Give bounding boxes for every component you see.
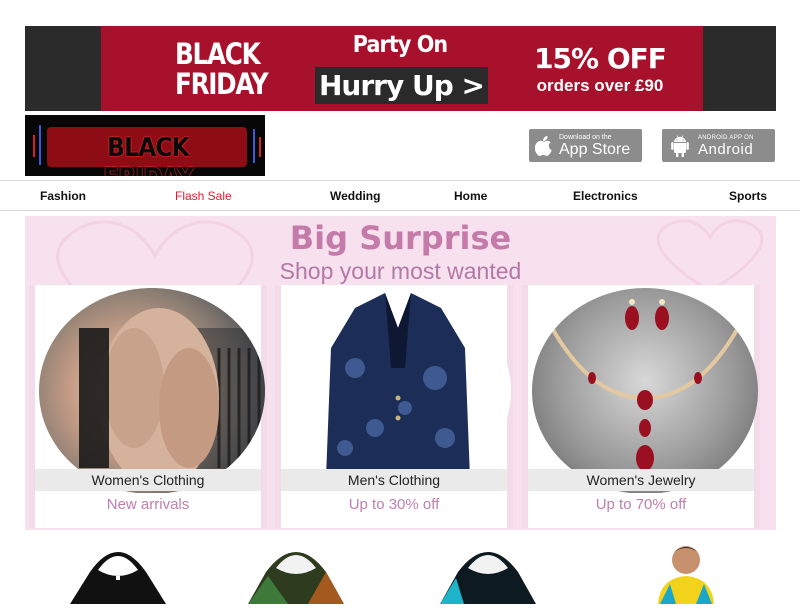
card-caption: Men's Clothing — [281, 469, 507, 491]
android-big-text: Android — [698, 140, 754, 158]
app-store-small-text: Download on the — [559, 133, 612, 141]
card-subtitle: Up to 70% off — [528, 493, 754, 517]
promo-black-line: BLACK — [175, 37, 261, 71]
promo-banner[interactable]: BLACK FRIDAY Party On Hurry Up > 15% OFF… — [25, 26, 776, 111]
card-subtitle: Up to 30% off — [281, 493, 507, 517]
nav-item-wedding[interactable]: Wedding — [330, 189, 380, 203]
app-store-label: Download on the App Store — [559, 134, 630, 158]
nav-item-home[interactable]: Home — [454, 189, 487, 203]
promo-banner-left-panel — [25, 26, 101, 111]
promo-black-friday-text: BLACK FRIDAY — [175, 37, 269, 101]
product-kid-hoodie-image[interactable] — [650, 542, 746, 604]
card-caption: Women's Jewelry — [528, 469, 754, 491]
app-store-big-text: App Store — [559, 140, 631, 158]
womens-clothing-image — [39, 288, 265, 494]
apple-icon — [529, 129, 559, 162]
section-subtitle: Shop your most wanted — [279, 258, 522, 284]
logo-text: BLACK FRIDAY — [103, 133, 193, 176]
promo-party-on: Party On — [352, 32, 448, 58]
womens-jewelry-image — [532, 288, 758, 494]
category-card-womens-clothing[interactable]: Women's Clothing New arrivals — [29, 285, 267, 528]
nav-item-fashion[interactable]: Fashion — [40, 189, 86, 203]
nav-item-sports[interactable]: Sports — [729, 189, 767, 203]
mens-clothing-image — [285, 288, 511, 494]
android-small-text: ANDROID APP ON — [698, 134, 754, 141]
android-label: ANDROID APP ON Android — [698, 135, 754, 157]
app-store-button[interactable]: Download on the App Store — [529, 129, 642, 162]
logo-bar — [33, 135, 35, 157]
product-hoodie-image[interactable] — [248, 542, 344, 604]
android-app-button[interactable]: ANDROID APP ON Android — [662, 129, 775, 162]
category-card-womens-jewelry[interactable]: Women's Jewelry Up to 70% off — [522, 285, 760, 528]
main-nav: Fashion Flash Sale Wedding Home Electron… — [0, 180, 800, 211]
promo-friday-line: FRIDAY — [175, 67, 269, 101]
product-strip — [0, 538, 800, 604]
promo-banner-right-panel — [703, 26, 776, 111]
promo-orders-threshold: orders over £90 — [536, 76, 664, 95]
promo-discount: 15% OFF — [534, 42, 667, 75]
nav-item-electronics[interactable]: Electronics — [573, 189, 638, 203]
promo-hurry-up-button[interactable]: Hurry Up > — [315, 67, 488, 104]
logo-bar — [259, 137, 261, 157]
site-logo[interactable]: BLACK FRIDAY — [25, 115, 265, 176]
logo-bar — [39, 125, 41, 165]
section-title: Big Surprise — [289, 219, 512, 257]
nav-item-flash-sale[interactable]: Flash Sale — [175, 189, 232, 203]
category-card-mens-clothing[interactable]: Men's Clothing Up to 30% off — [275, 285, 513, 528]
android-icon — [662, 129, 698, 162]
card-caption: Women's Clothing — [35, 469, 261, 491]
logo-bar — [253, 129, 255, 163]
product-hoodie-image[interactable] — [70, 542, 166, 604]
product-hoodie-image[interactable] — [440, 542, 536, 604]
card-subtitle: New arrivals — [35, 493, 261, 517]
